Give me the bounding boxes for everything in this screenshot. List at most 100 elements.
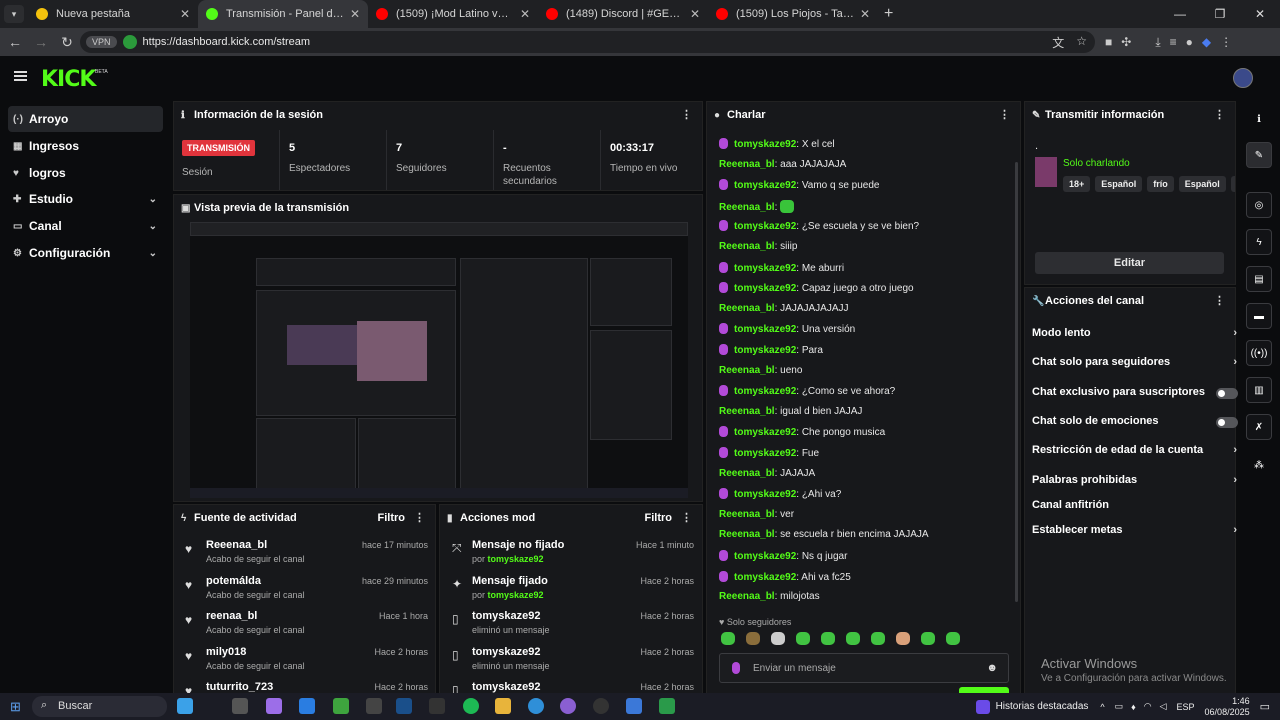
document-icon[interactable]: ▤: [1246, 266, 1272, 292]
toggle-switch[interactable]: [1216, 388, 1238, 399]
emote[interactable]: [771, 632, 785, 645]
chat-username[interactable]: Reeenaa_bl: [719, 468, 775, 479]
channel-action-item[interactable]: Chat solo para seguidores ›: [1032, 356, 1237, 376]
chat-message[interactable]: tomyskaze92: Capaz juego a otro juego: [719, 282, 914, 294]
emote[interactable]: [946, 632, 960, 645]
sidebar-item-configuracion[interactable]: ⚙ Configuración ⌄: [8, 240, 163, 266]
chat-message[interactable]: tomyskaze92: Para: [719, 344, 823, 356]
tab-close-icon[interactable]: ✕: [180, 7, 190, 21]
chat-username[interactable]: tomyskaze92: [734, 386, 796, 397]
chat-message[interactable]: Reeenaa_bl: JAJAJA: [719, 468, 815, 479]
chat-username[interactable]: tomyskaze92: [734, 139, 796, 150]
network-icon[interactable]: ▭: [1115, 701, 1124, 712]
camera-icon[interactable]: ◎: [1246, 192, 1272, 218]
chat-message[interactable]: tomyskaze92: Fue: [719, 447, 819, 459]
spotify-icon[interactable]: [463, 698, 479, 714]
windows-start-icon[interactable]: ⊞: [10, 699, 21, 715]
activity-user[interactable]: tuturrito_723: [206, 681, 273, 693]
channel-action-item[interactable]: Establecer metas ›: [1032, 524, 1237, 544]
chat-input[interactable]: Enviar un mensaje ☻: [719, 653, 1009, 683]
forward-icon[interactable]: →: [28, 34, 54, 50]
emote[interactable]: [721, 632, 735, 645]
chat-message[interactable]: Reeenaa_bl: aaa JAJAJAJA: [719, 159, 846, 170]
more-icon[interactable]: ⋮: [999, 108, 1010, 121]
chat-username[interactable]: Reeenaa_bl: [719, 159, 775, 170]
chat-username[interactable]: tomyskaze92: [734, 551, 796, 562]
channel-action-item[interactable]: Chat exclusivo para suscriptores: [1032, 386, 1238, 406]
back-icon[interactable]: ←: [2, 34, 28, 50]
wrench-icon[interactable]: ✗: [1246, 414, 1272, 440]
channel-action-item[interactable]: Modo lento ›: [1032, 327, 1237, 347]
tab-close-icon[interactable]: ✕: [520, 7, 530, 21]
task-view-icon[interactable]: [232, 698, 248, 714]
chat-username[interactable]: tomyskaze92: [734, 263, 796, 274]
bookmark-star-icon[interactable]: ☆: [1076, 34, 1087, 51]
activity-user[interactable]: mily018: [206, 646, 246, 658]
more-icon[interactable]: ⋮: [1214, 294, 1225, 307]
chat-message[interactable]: tomyskaze92: Vamo q se puede: [719, 179, 879, 191]
maximize-icon[interactable]: ❐: [1200, 7, 1240, 21]
app-icon[interactable]: [626, 698, 642, 714]
chat-message[interactable]: tomyskaze92: Ahi va fc25: [719, 570, 851, 583]
tab-close-icon[interactable]: ✕: [350, 7, 360, 21]
chat-message[interactable]: tomyskaze92: Che pongo musica: [719, 426, 885, 438]
edge-icon[interactable]: [528, 698, 544, 714]
emote[interactable]: [846, 632, 860, 645]
app-icon[interactable]: [659, 698, 675, 714]
emote[interactable]: [921, 632, 935, 645]
kick-logo[interactable]: KICK: [41, 67, 96, 92]
chat-message[interactable]: tomyskaze92: X el cel: [719, 138, 835, 150]
chat-message[interactable]: Reeenaa_bl: JAJAJAJAJAJJ: [719, 303, 849, 314]
copilot-icon[interactable]: [266, 698, 282, 714]
apps-icon[interactable]: ⁂: [1246, 452, 1272, 478]
mod-row[interactable]: ✦ Mensaje fijado por tomyskaze92 Hace 2 hor…: [440, 571, 702, 607]
chat-message[interactable]: tomyskaze92: Ns q jugar: [719, 550, 847, 562]
chat-username[interactable]: tomyskaze92: [734, 345, 796, 356]
chat-username[interactable]: Reeenaa_bl: [719, 529, 775, 540]
sidebar-item-ingresos[interactable]: ▦ Ingresos: [8, 133, 163, 159]
more-icon[interactable]: ⋮: [681, 108, 692, 121]
puzzle-icon[interactable]: ✣: [1121, 35, 1131, 49]
chat-username[interactable]: tomyskaze92: [734, 180, 796, 191]
chat-bubble-icon[interactable]: ▬: [1246, 303, 1272, 329]
pencil-icon[interactable]: ✎: [1246, 142, 1272, 168]
volume-icon[interactable]: ◁: [1160, 701, 1167, 712]
extension-icon[interactable]: ■: [1105, 35, 1112, 49]
chat-message[interactable]: tomyskaze92: ¿Como se ve ahora?: [719, 385, 895, 397]
chat-message[interactable]: Reeenaa_bl: ver: [719, 509, 794, 520]
chevron-up-icon[interactable]: ^: [1100, 702, 1104, 712]
emote[interactable]: [871, 632, 885, 645]
channel-action-item[interactable]: Chat solo de emociones: [1032, 415, 1238, 435]
tab-close-icon[interactable]: ✕: [860, 7, 870, 21]
mic-icon[interactable]: ♦: [1131, 702, 1136, 712]
chat-username[interactable]: Reeenaa_bl: [719, 303, 775, 314]
chat-scrollbar[interactable]: [1015, 162, 1018, 602]
chat-username[interactable]: tomyskaze92: [734, 324, 796, 335]
minimize-icon[interactable]: —: [1160, 7, 1200, 21]
tag-chip[interactable]: Español: [1095, 176, 1143, 192]
activity-row[interactable]: ♥ Reeenaa_bl Acabo de seguir el canal hace …: [174, 535, 436, 571]
store-icon[interactable]: [299, 698, 315, 714]
browser-tab[interactable]: Nueva pestaña ✕: [28, 0, 198, 28]
sidebar-item-canal[interactable]: ▭ Canal ⌄: [8, 213, 163, 239]
sidebar-item-logros[interactable]: ♥ logros: [8, 160, 163, 186]
chat-message[interactable]: Reeenaa_bl:: [719, 199, 795, 213]
channel-action-item[interactable]: Canal anfitrión: [1032, 499, 1232, 519]
filter-button[interactable]: Filtro: [378, 512, 406, 524]
url-field[interactable]: VPN https://dashboard.kick.com/stream 文 …: [80, 31, 1095, 53]
chat-message[interactable]: tomyskaze92: Me aburri: [719, 261, 844, 274]
taskbar-search[interactable]: ⌕ Buscar: [32, 696, 167, 717]
mod-user[interactable]: tomyskaze92: [488, 554, 544, 564]
reload-icon[interactable]: ↻: [54, 34, 80, 51]
tag-chip[interactable]: frío: [1147, 176, 1174, 192]
chat-username[interactable]: Reeenaa_bl: [719, 406, 775, 417]
emote[interactable]: [821, 632, 835, 645]
download-icon[interactable]: ⤓: [1155, 35, 1160, 50]
xbox-icon[interactable]: [333, 698, 349, 714]
channel-action-item[interactable]: Restricción de edad de la cuenta ›: [1032, 444, 1237, 464]
filter-button[interactable]: Filtro: [645, 512, 673, 524]
chat-username[interactable]: tomyskaze92: [734, 448, 796, 459]
chat-message[interactable]: Reeenaa_bl: siiip: [719, 241, 797, 252]
avatar[interactable]: [1233, 68, 1253, 88]
chat-message[interactable]: tomyskaze92: ¿Se escuela y se ve bien?: [719, 220, 919, 232]
